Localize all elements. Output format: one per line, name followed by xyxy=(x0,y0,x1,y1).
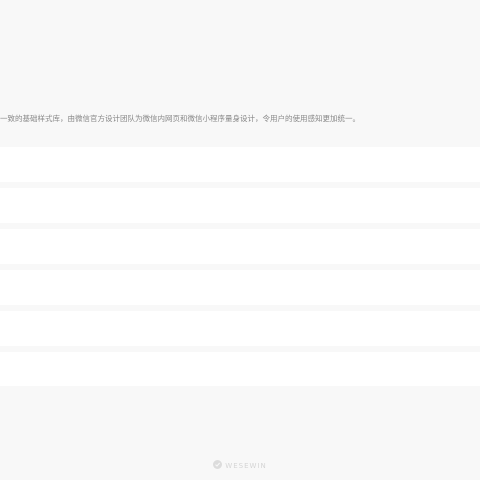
list-item[interactable] xyxy=(0,229,480,264)
footer-brand: WESEWIN xyxy=(0,460,480,472)
weui-logo-icon xyxy=(213,460,223,469)
list-item[interactable] xyxy=(0,311,480,346)
list-item[interactable] xyxy=(0,270,480,305)
footer-brand-text: WESEWIN xyxy=(225,462,267,470)
list-item[interactable] xyxy=(0,147,480,182)
list-item[interactable] xyxy=(0,188,480,223)
page-description: 一致的基础样式库，由微信官方设计团队为微信内网页和微信小程序量身设计，令用户的使… xyxy=(0,114,360,123)
list-item[interactable] xyxy=(0,352,480,386)
